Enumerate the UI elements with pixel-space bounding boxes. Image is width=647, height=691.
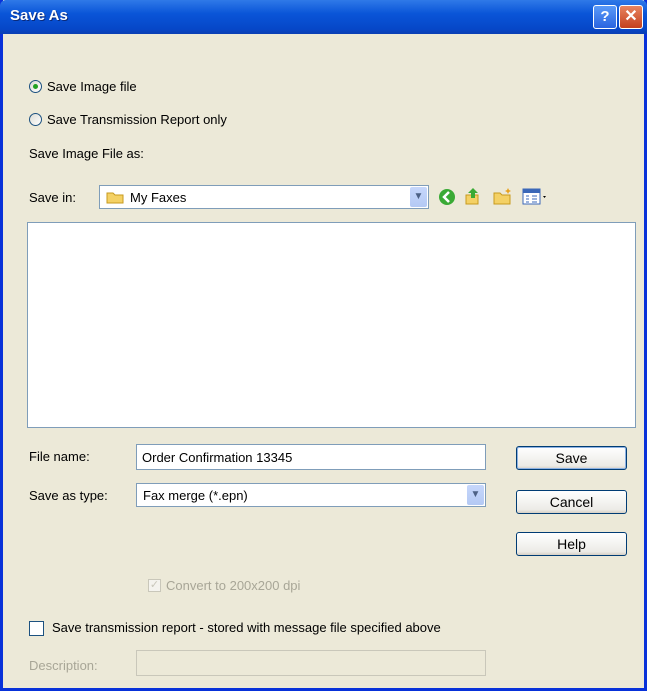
- radio-save-report-label[interactable]: Save Transmission Report only: [47, 112, 227, 127]
- views-menu-icon[interactable]: [522, 188, 550, 209]
- up-folder-icon[interactable]: [463, 186, 483, 209]
- file-name-input[interactable]: Order Confirmation 13345: [136, 444, 486, 470]
- chevron-down-icon[interactable]: ▼: [410, 187, 427, 207]
- description-label: Description:: [29, 658, 98, 673]
- help-button[interactable]: Help: [516, 532, 627, 556]
- title-bar[interactable]: Save As ? ✕: [0, 0, 647, 34]
- convert-label: Convert to 200x200 dpi: [166, 578, 301, 593]
- help-title-button[interactable]: ?: [593, 5, 617, 29]
- save-as-type-select[interactable]: Fax merge (*.epn) ▼: [136, 483, 486, 507]
- description-input[interactable]: [136, 650, 486, 676]
- save-in-value: My Faxes: [130, 190, 187, 205]
- convert-checkbox[interactable]: ✓: [148, 579, 161, 592]
- chevron-down-icon[interactable]: ▼: [467, 485, 484, 505]
- save-in-combo[interactable]: My Faxes ▼: [99, 185, 429, 209]
- close-button[interactable]: ✕: [619, 5, 643, 29]
- cancel-button[interactable]: Cancel: [516, 490, 627, 514]
- file-list[interactable]: [27, 222, 636, 428]
- report-checkbox-label[interactable]: Save transmission report - stored with m…: [52, 620, 441, 635]
- save-as-type-value: Fax merge (*.epn): [143, 488, 248, 503]
- new-folder-icon[interactable]: [492, 187, 514, 210]
- folder-icon: [106, 191, 124, 207]
- radio-save-image[interactable]: [29, 80, 42, 93]
- section-label: Save Image File as:: [29, 146, 144, 161]
- radio-save-image-label[interactable]: Save Image file: [47, 79, 137, 94]
- back-icon[interactable]: [437, 187, 457, 210]
- file-name-value: Order Confirmation 13345: [142, 450, 293, 465]
- file-name-label: File name:: [29, 449, 90, 464]
- save-button[interactable]: Save: [516, 446, 627, 470]
- radio-save-report[interactable]: [29, 113, 42, 126]
- radio-selected-dot: [33, 84, 38, 89]
- save-in-label: Save in:: [29, 190, 76, 205]
- window-title: Save As: [10, 7, 68, 24]
- report-checkbox[interactable]: [29, 621, 44, 636]
- save-as-dialog: Save As ? ✕ Save Image file Save Transmi…: [0, 0, 647, 691]
- save-as-type-label: Save as type:: [29, 488, 108, 503]
